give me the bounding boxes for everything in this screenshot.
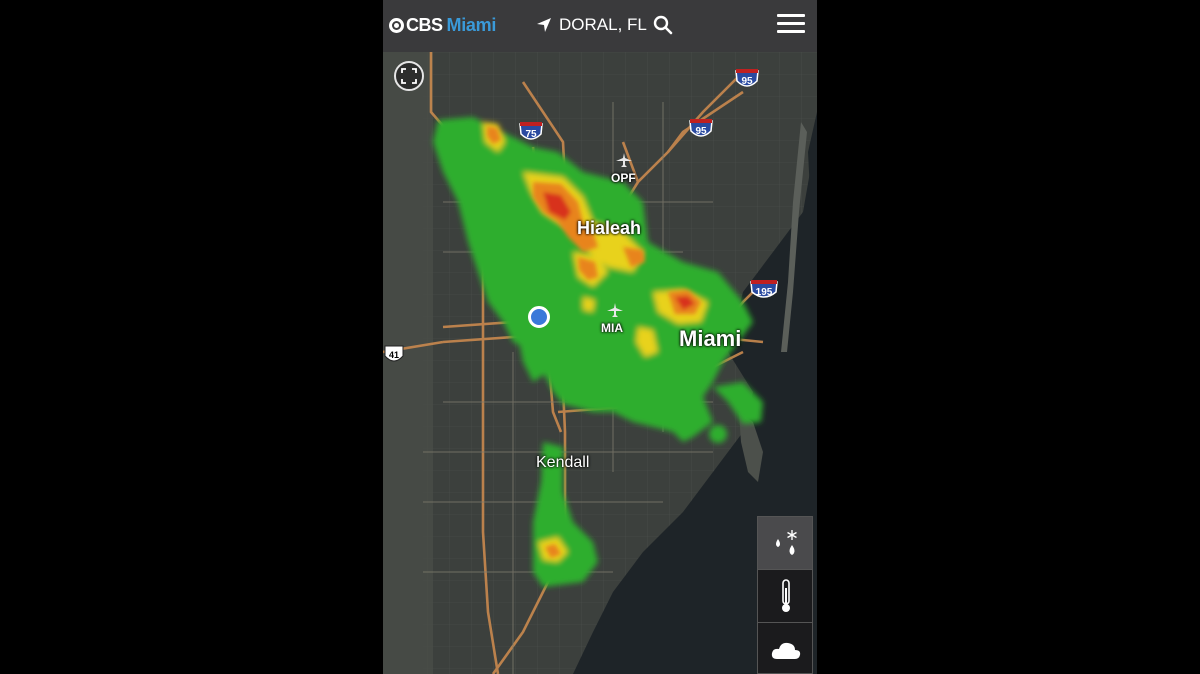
i195-number: 195 <box>756 287 773 298</box>
temperature-icon <box>782 579 790 612</box>
app-header: CBS Miami DORAL, FL <box>383 0 817 52</box>
location-selector[interactable]: DORAL, FL <box>535 14 673 36</box>
radar-map[interactable] <box>383 52 817 674</box>
brand-logo[interactable]: CBS Miami <box>389 14 496 36</box>
current-location-marker <box>528 306 550 328</box>
temperature-layer-button[interactable] <box>758 570 812 623</box>
brand-city: Miami <box>446 14 497 35</box>
fullscreen-button[interactable] <box>394 61 424 91</box>
us41-number: 41 <box>389 350 399 360</box>
interstate-95-shield: 95 <box>688 117 714 141</box>
airport-icon <box>616 153 632 167</box>
location-label: DORAL, FL <box>559 15 647 34</box>
layer-toolbar <box>757 516 813 674</box>
airport-label-opf: OPF <box>611 171 636 185</box>
precipitation-layer-button[interactable] <box>758 517 812 570</box>
cloud-layer-button[interactable] <box>758 623 812 674</box>
location-arrow-icon <box>537 18 551 32</box>
hamburger-menu-icon[interactable] <box>777 14 805 36</box>
city-label-miami: Miami <box>679 326 742 351</box>
cloud-icon <box>771 642 801 659</box>
brand-network: CBS <box>406 14 443 35</box>
interstate-75-shield: 75 <box>518 120 544 144</box>
precipitation-icon <box>776 530 797 555</box>
city-label-hialeah: Hialeah <box>577 218 642 238</box>
expand-icon <box>401 68 417 84</box>
us-41-shield: 41 <box>383 344 405 368</box>
search-icon[interactable] <box>653 15 673 35</box>
airport-icon <box>607 303 623 317</box>
interstate-195-shield: 195 <box>749 278 779 302</box>
phone-screen: CBS Miami DORAL, FL Hialeah Miami Kendal… <box>383 0 817 674</box>
interstate-95-shield: 95 <box>734 67 760 91</box>
cbs-eye-icon <box>389 17 404 33</box>
i75-number: 75 <box>525 129 537 140</box>
airport-label-mia: MIA <box>601 321 623 335</box>
i95-number: 95 <box>741 76 753 87</box>
i95-number: 95 <box>695 126 707 137</box>
city-label-kendall: Kendall <box>536 454 590 471</box>
